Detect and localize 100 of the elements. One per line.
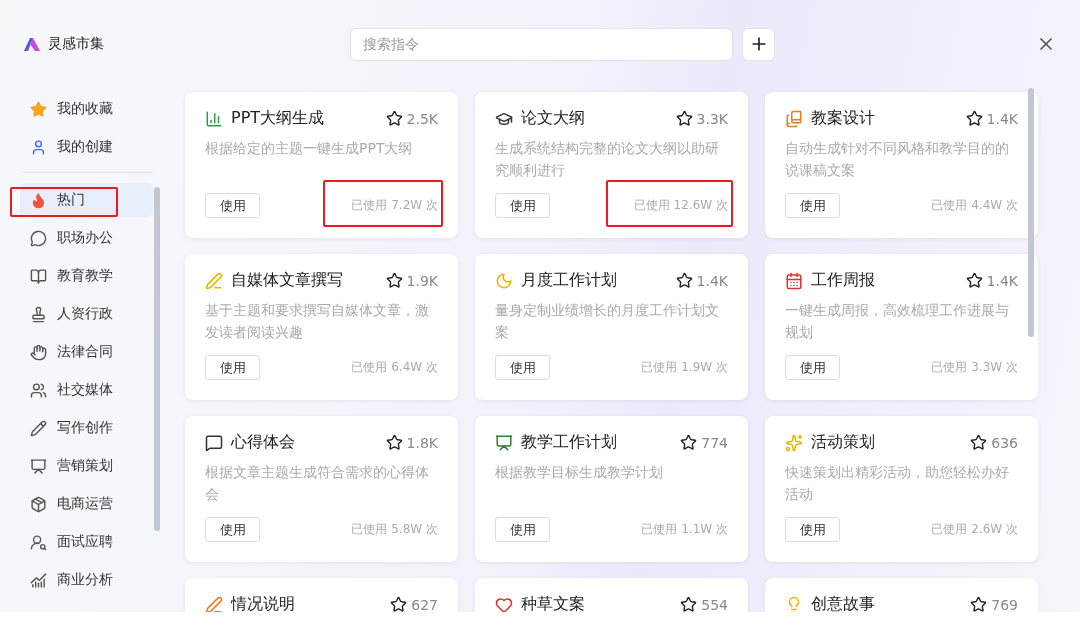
favorite-button[interactable]: 554 (680, 596, 728, 612)
sparkles-icon (785, 433, 803, 452)
line-chart-icon (30, 571, 47, 589)
favorite-button[interactable]: 1.4K (965, 110, 1018, 127)
scrollbar-thumb[interactable] (154, 187, 160, 531)
favorite-button[interactable]: 627 (390, 596, 438, 612)
card-description: 一键生成周报，高效梳理工作进展与规划 (785, 301, 1010, 342)
card-title: 月度工作计划 (521, 270, 618, 291)
use-button[interactable]: 使用 (495, 355, 550, 380)
card-title: 论文大纲 (521, 108, 586, 129)
pencil-icon (205, 595, 223, 612)
sidebar-item[interactable]: 我的创建 (20, 130, 153, 164)
scrollbar-thumb[interactable] (1028, 88, 1034, 337)
favorite-button[interactable]: 1.4K (965, 272, 1018, 289)
star-icon (970, 596, 988, 612)
bar-chart-icon (205, 109, 223, 128)
person-icon (30, 138, 47, 156)
hand-icon (30, 343, 47, 361)
card-title: 创意故事 (811, 594, 876, 612)
prompt-card[interactable]: 创意故事 769 (765, 578, 1038, 612)
sidebar-item[interactable]: 商业分析 (20, 563, 153, 597)
calendar-icon (785, 271, 803, 290)
sidebar-item[interactable]: 电商运营 (20, 487, 153, 521)
sidebar-item[interactable]: 教育教学 (20, 259, 153, 293)
books-icon (785, 109, 803, 128)
add-button[interactable] (742, 27, 775, 61)
sidebar-item[interactable]: 营销策划 (20, 449, 153, 483)
star-icon (970, 434, 988, 451)
sidebar-item[interactable]: 社交媒体 (20, 373, 153, 407)
card-description: 根据文章主题生成符合需求的心得体会 (205, 463, 430, 504)
favorite-button[interactable]: 636 (970, 434, 1018, 451)
usage-count: 已使用 4.4W 次 (931, 197, 1018, 214)
card-title: 种草文案 (521, 594, 586, 612)
star-icon (385, 272, 403, 289)
star-icon (385, 434, 403, 451)
card-description: 根据教学目标生成教学计划 (495, 463, 664, 482)
prompt-card[interactable]: 工作周报 1.4K 一键生成周报，高效梳理工作进展与规划 使用 已使用 3.3W 次 (765, 254, 1038, 400)
flame-icon (30, 191, 47, 209)
card-title: 教学工作计划 (521, 432, 618, 453)
card-description: 量身定制业绩增长的月度工作计划文案 (495, 301, 720, 342)
app-title: 灵感市集 (48, 35, 104, 53)
prompt-card[interactable]: 月度工作计划 1.4K 量身定制业绩增长的月度工作计划文案 使用 已使用 1.9W 次 (475, 254, 748, 400)
sidebar-item[interactable]: 我的收藏 (20, 92, 153, 126)
search-field[interactable]: 搜索指令 (350, 27, 733, 61)
stamp-icon (30, 305, 47, 323)
favorite-button[interactable]: 3.3K (675, 110, 728, 127)
star-icon (30, 100, 47, 118)
use-button[interactable]: 使用 (785, 355, 840, 380)
prompt-card[interactable]: 自媒体文章撰写 1.9K 基于主题和要求撰写自媒体文章，激发读者阅读兴趣 使用 已使用 6.4W 次 (185, 254, 458, 400)
use-button[interactable]: 使用 (785, 193, 840, 218)
speech-bubble-icon (205, 433, 223, 452)
favorite-button[interactable]: 774 (680, 434, 728, 451)
card-title: 自媒体文章撰写 (231, 270, 344, 291)
sidebar-item[interactable]: 职场办公 (20, 221, 153, 255)
star-icon (675, 272, 693, 289)
favorite-button[interactable]: 1.9K (385, 272, 438, 289)
star-icon (385, 110, 403, 127)
card-title: 情况说明 (231, 594, 296, 612)
prompt-card[interactable]: 教学工作计划 774 根据教学目标生成教学计划 使用 已使用 1.1W 次 (475, 416, 748, 562)
pencil-icon (205, 271, 223, 290)
favorite-button[interactable]: 2.5K (385, 110, 438, 127)
use-button[interactable]: 使用 (205, 517, 260, 542)
star-icon (390, 596, 408, 612)
card-description: 根据给定的主题一键生成PPT大纲 (205, 139, 414, 158)
sidebar-item[interactable]: 热门 (20, 183, 153, 217)
favorite-button[interactable]: 1.4K (675, 272, 728, 289)
card-title: 心得体会 (231, 432, 296, 453)
star-icon (965, 110, 983, 127)
usage-count: 已使用 7.2W 次 (351, 197, 438, 214)
card-title: 活动策划 (811, 432, 876, 453)
card-title: 工作周报 (811, 270, 876, 291)
prompt-card[interactable]: 种草文案 554 (475, 578, 748, 612)
card-title: 教案设计 (811, 108, 876, 129)
package-icon (30, 495, 47, 513)
prompt-card[interactable]: PPT大纲生成 2.5K 根据给定的主题一键生成PPT大纲 使用 已使用 7.2W 次 (185, 92, 458, 238)
sidebar-item[interactable]: 人资行政 (20, 297, 153, 331)
sidebar-item[interactable]: 面试应聘 (20, 525, 153, 559)
use-button[interactable]: 使用 (205, 193, 260, 218)
use-button[interactable]: 使用 (785, 517, 840, 542)
card-description: 快速策划出精彩活动，助您轻松办好活动 (785, 463, 1010, 504)
card-description: 自动生成针对不同风格和教学目的的说课稿文案 (785, 139, 1010, 180)
use-button[interactable]: 使用 (495, 517, 550, 542)
heart-icon (495, 595, 513, 612)
usage-count: 已使用 12.6W 次 (633, 197, 728, 214)
prompt-card[interactable]: 心得体会 1.8K 根据文章主题生成符合需求的心得体会 使用 已使用 5.8W 次 (185, 416, 458, 562)
use-button[interactable]: 使用 (205, 355, 260, 380)
prompt-card[interactable]: 教案设计 1.4K 自动生成针对不同风格和教学目的的说课稿文案 使用 已使用 4.4W 次 (765, 92, 1038, 238)
usage-count: 已使用 3.3W 次 (931, 359, 1018, 376)
use-button[interactable]: 使用 (495, 193, 550, 218)
favorite-button[interactable]: 769 (970, 596, 1018, 612)
chat-bubble-icon (30, 229, 47, 247)
card-title: PPT大纲生成 (231, 108, 326, 129)
sidebar-item[interactable]: 法律合同 (20, 335, 153, 369)
usage-count: 已使用 6.4W 次 (351, 359, 438, 376)
favorite-button[interactable]: 1.8K (385, 434, 438, 451)
prompt-card[interactable]: 活动策划 636 快速策划出精彩活动，助您轻松办好活动 使用 已使用 2.6W 次 (765, 416, 1038, 562)
prompt-card[interactable]: 论文大纲 3.3K 生成系统结构完整的论文大纲以助研究顺利进行 使用 已使用 12.6W 次 (475, 92, 748, 238)
prompt-card[interactable]: 情况说明 627 (185, 578, 458, 612)
usage-count: 已使用 1.1W 次 (641, 521, 728, 538)
sidebar-item[interactable]: 写作创作 (20, 411, 153, 445)
